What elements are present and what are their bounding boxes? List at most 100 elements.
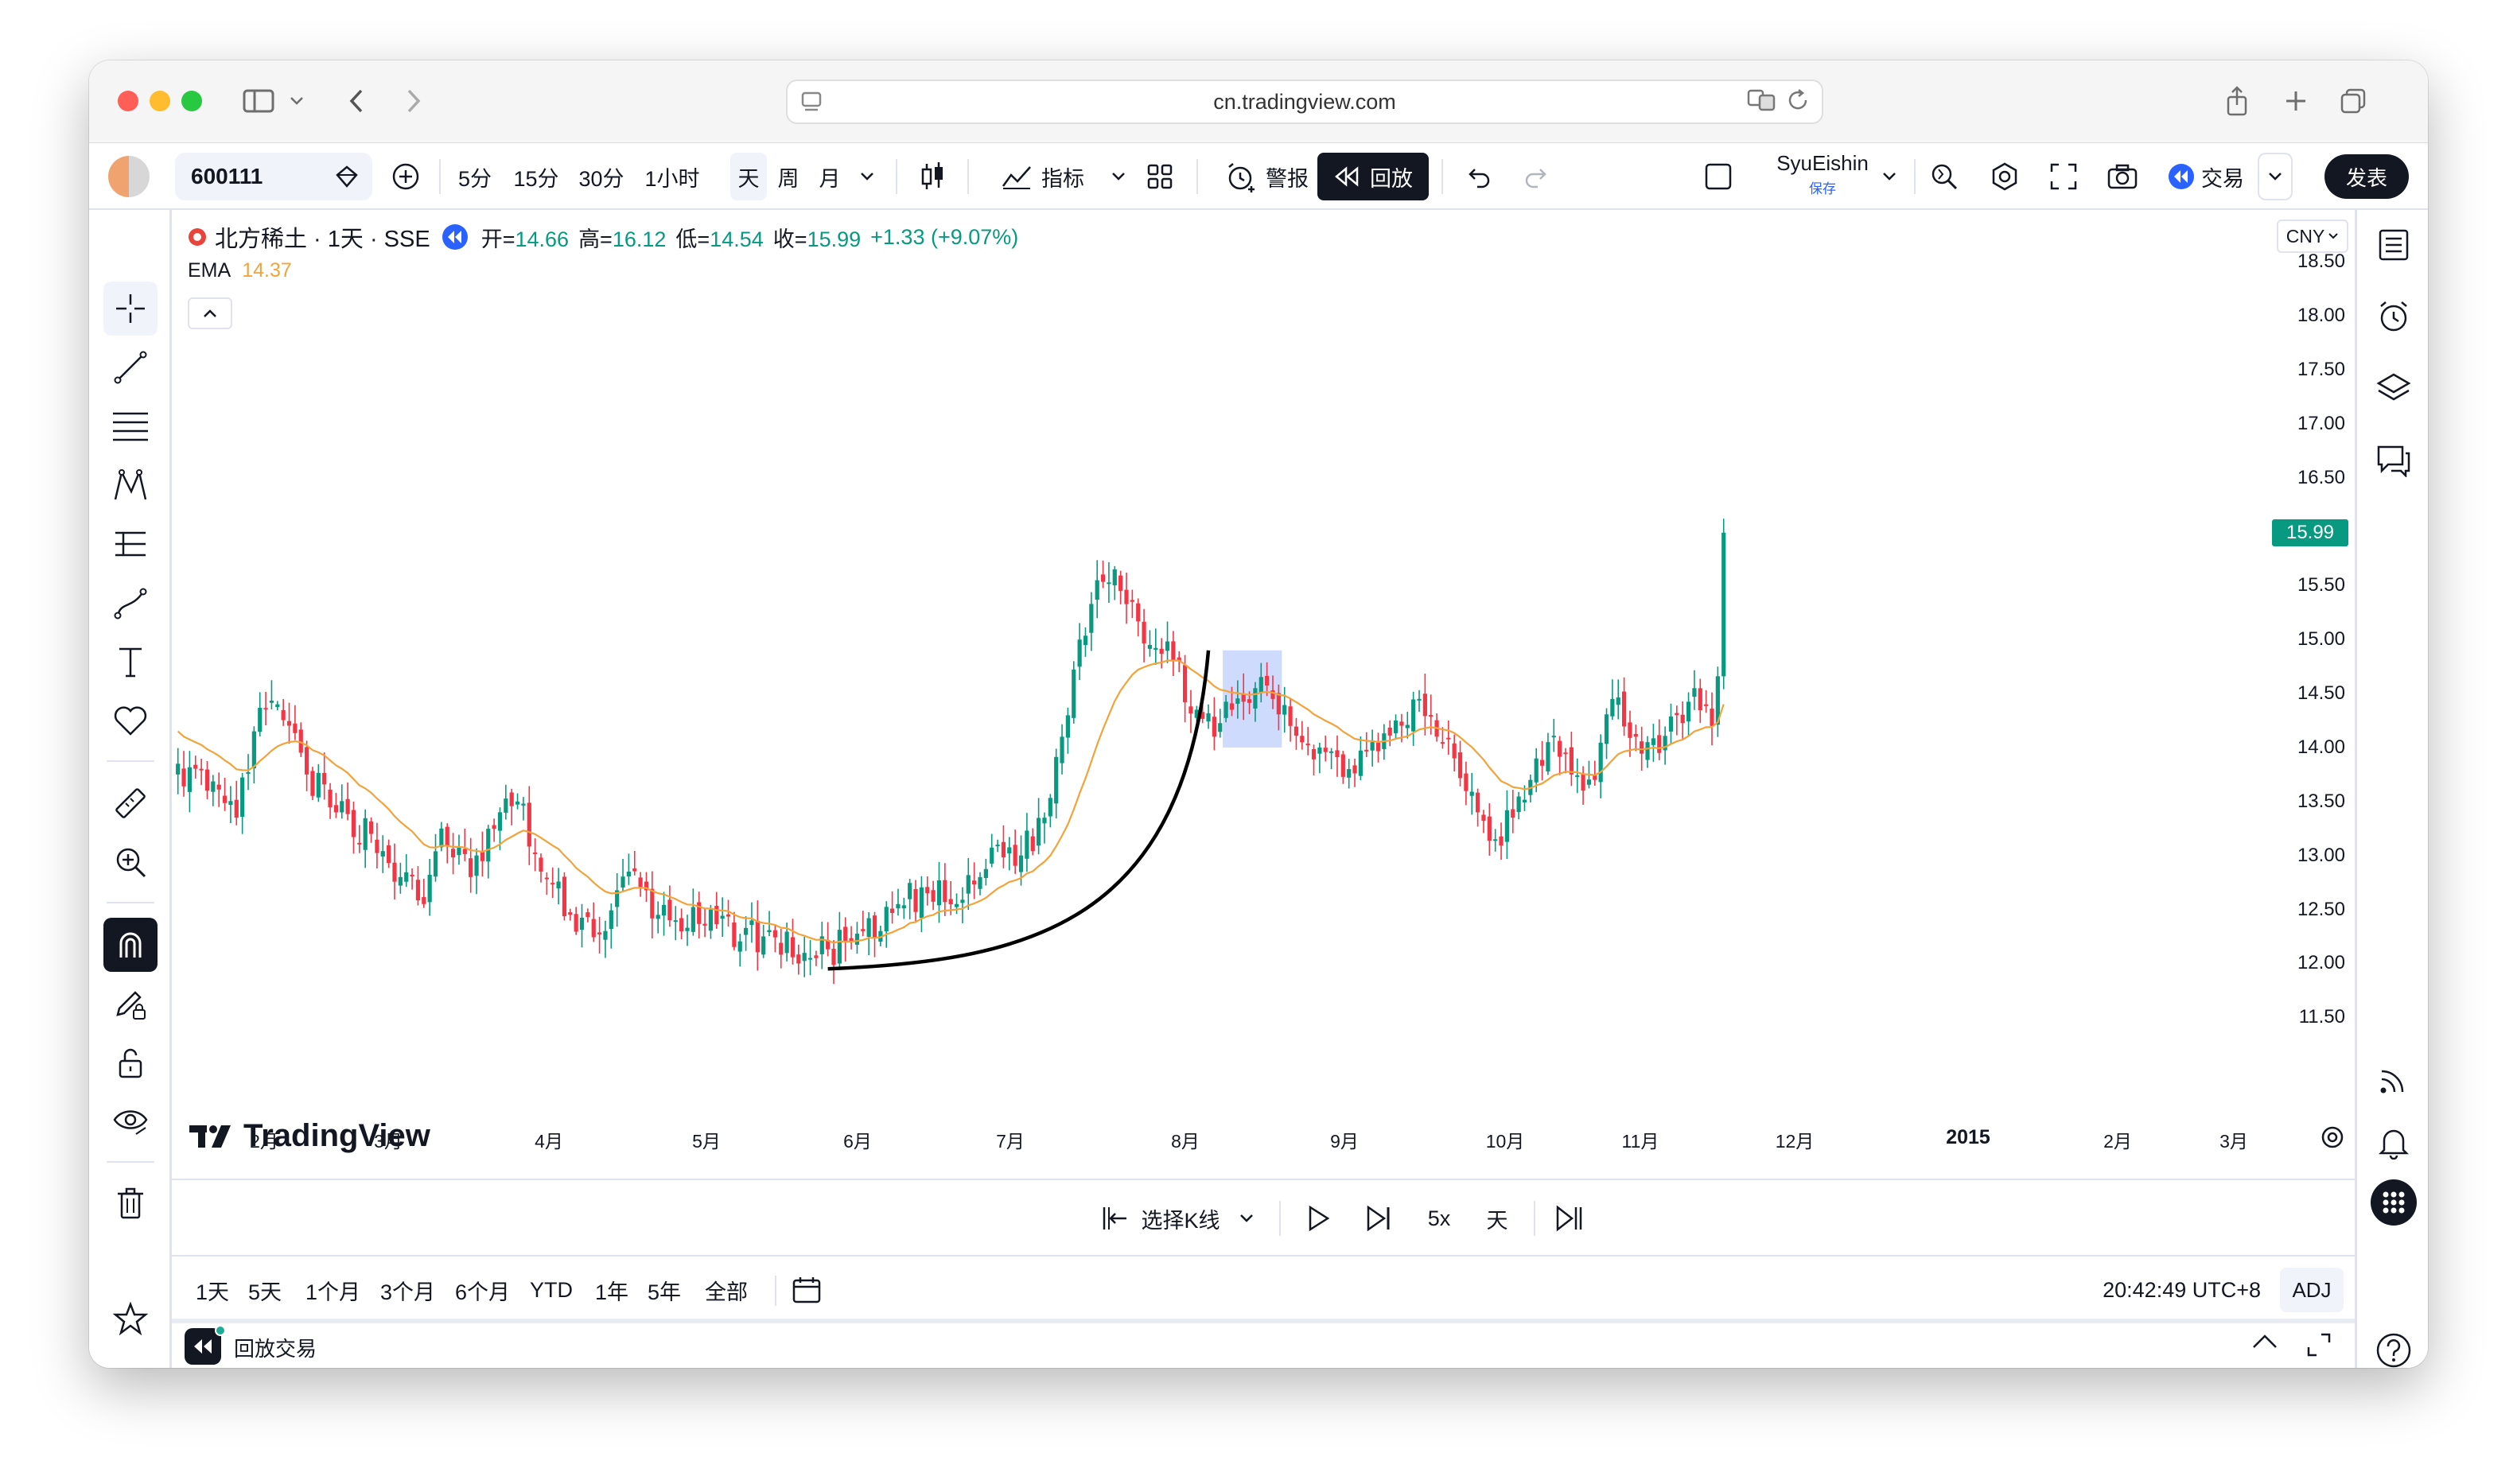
candles-icon[interactable] [910, 153, 955, 200]
range-5y[interactable]: 5年 [648, 1272, 681, 1307]
range-1y[interactable]: 1年 [595, 1272, 628, 1307]
lock-icon[interactable] [103, 1035, 158, 1090]
projection-icon[interactable] [103, 517, 158, 571]
layout-name[interactable]: SyuEishin 保存 [1771, 151, 1874, 197]
pattern-icon[interactable] [103, 458, 158, 512]
replay-speed-button[interactable]: 5x [1413, 1198, 1465, 1239]
eye-icon[interactable] [103, 1094, 158, 1148]
range-1m[interactable]: 1个月 [305, 1272, 360, 1307]
chevron-down-icon[interactable] [285, 83, 309, 119]
pencil-lock-icon[interactable] [103, 977, 158, 1031]
ruler-icon[interactable] [103, 776, 158, 830]
publish-button[interactable]: 发表 [2324, 154, 2409, 199]
replay-button[interactable]: 回放 [1317, 153, 1429, 200]
range-ytd[interactable]: YTD [530, 1272, 573, 1307]
layouts-grid-icon[interactable] [1138, 153, 1182, 200]
help-icon[interactable] [2367, 1323, 2421, 1368]
indicators-button[interactable]: 指标 [982, 153, 1103, 200]
jump-to-realtime-icon[interactable] [1546, 1198, 1593, 1239]
settings-gear-icon[interactable] [1982, 153, 2027, 200]
compare-add-icon[interactable] [387, 153, 425, 200]
interval-15m[interactable]: 15分 [504, 153, 568, 200]
axis-settings-gear-icon[interactable] [2318, 1123, 2347, 1152]
range-5d[interactable]: 5天 [248, 1272, 282, 1307]
trade-chevron-down-icon[interactable] [2258, 153, 2293, 200]
forward-icon[interactable] [398, 83, 430, 119]
maximize-panel-icon[interactable] [2305, 1331, 2332, 1358]
alerts-clock-icon[interactable] [2367, 289, 2421, 344]
legend-collapse-button[interactable] [188, 297, 232, 329]
broadcast-icon[interactable] [2367, 1053, 2421, 1107]
watchlist-icon[interactable] [2367, 218, 2421, 272]
candle-body [240, 777, 245, 818]
candle-body [1007, 847, 1012, 854]
interval-chevron-down-icon[interactable] [853, 153, 881, 200]
trash-icon[interactable] [103, 1177, 158, 1231]
new-tab-icon[interactable] [2280, 83, 2312, 119]
range-3m[interactable]: 3个月 [380, 1272, 435, 1307]
minimize-window-button[interactable] [150, 91, 170, 111]
back-icon[interactable] [340, 83, 372, 119]
currency-selector[interactable]: CNY [2277, 219, 2348, 253]
reload-icon[interactable] [1787, 87, 1811, 113]
trade-button[interactable]: 交易 [2159, 153, 2253, 200]
interval-month[interactable]: 月 [811, 153, 848, 200]
adj-button[interactable]: ADJ [2280, 1268, 2344, 1312]
favorite-star-icon[interactable] [103, 1292, 158, 1346]
symbol-search[interactable]: 600111 [175, 153, 372, 200]
zoom-window-button[interactable] [181, 91, 202, 111]
ema-legend[interactable]: EMA 14.37 [188, 259, 292, 282]
address-bar[interactable]: cn.tradingview.com [786, 80, 1823, 124]
undo-icon[interactable] [1456, 153, 1500, 200]
heart-icon[interactable] [103, 693, 158, 748]
notification-bell-icon[interactable] [2367, 1115, 2421, 1169]
replay-trading-tab[interactable]: 回放交易 [234, 1333, 317, 1362]
candle-body [861, 929, 866, 931]
time-axis[interactable]: 2月 3月 4月 5月 6月 7月 8月 9月 10月 11月 12月 2015 2月 3月 [172, 1110, 2355, 1179]
trend-line-icon[interactable] [103, 340, 158, 394]
calendar-icon[interactable] [791, 1272, 823, 1307]
interval-30m[interactable]: 30分 [570, 153, 633, 200]
close-window-button[interactable] [118, 91, 138, 111]
interval-day[interactable]: 天 [730, 153, 767, 200]
avatar[interactable] [108, 156, 150, 197]
clock-timezone[interactable]: 20:42:49 UTC+8 [2103, 1272, 2261, 1307]
zoom-in-icon[interactable] [103, 835, 158, 889]
interval-1h[interactable]: 1小时 [636, 153, 708, 200]
play-icon[interactable] [1295, 1198, 1341, 1239]
step-forward-icon[interactable] [1356, 1198, 1402, 1239]
layers-icon[interactable] [2367, 361, 2421, 415]
range-all[interactable]: 全部 [705, 1272, 748, 1307]
brush-icon[interactable] [103, 576, 158, 630]
range-1d[interactable]: 1天 [196, 1272, 229, 1307]
chat-icon[interactable] [2367, 433, 2421, 487]
crosshair-icon[interactable] [103, 282, 158, 336]
interval-5m[interactable]: 5分 [449, 153, 501, 200]
alert-button[interactable]: 警报 [1211, 153, 1322, 200]
magnet-icon[interactable] [103, 918, 158, 972]
price-chart[interactable] [172, 210, 2355, 1110]
candle-body [351, 810, 356, 837]
tab-overview-icon[interactable] [2337, 83, 2369, 119]
legend-title[interactable]: 北方稀土 · 1天 · SSE [215, 220, 430, 254]
translate-icon[interactable] [1747, 87, 1776, 113]
replay-interval-button[interactable]: 天 [1475, 1198, 1519, 1239]
camera-icon[interactable] [2100, 153, 2145, 200]
sidebar-toggle-icon[interactable] [240, 83, 277, 119]
interval-week[interactable]: 周 [770, 153, 807, 200]
redo-icon[interactable] [1515, 153, 1559, 200]
layout-chevron-down-icon[interactable] [1876, 153, 1903, 200]
fullscreen-icon[interactable] [2041, 153, 2086, 200]
select-bar-button[interactable]: 选择K线 [1085, 1198, 1268, 1239]
share-icon[interactable] [2221, 83, 2253, 119]
range-6m[interactable]: 6个月 [455, 1272, 510, 1307]
candle-body [726, 914, 731, 917]
indicators-chevron-down-icon[interactable] [1104, 153, 1133, 200]
chart-pane[interactable]: 北方稀土 · 1天 · SSE 开=14.66 高=16.12 低=14.54 … [172, 210, 2355, 1179]
layout-checkbox-icon[interactable] [1698, 153, 1739, 200]
text-tool-icon[interactable] [103, 635, 158, 689]
chevron-up-icon[interactable] [2251, 1331, 2278, 1350]
quick-search-icon[interactable] [1922, 153, 1967, 200]
fib-lines-icon[interactable] [103, 399, 158, 453]
apps-menu-icon[interactable] [2367, 1175, 2421, 1230]
